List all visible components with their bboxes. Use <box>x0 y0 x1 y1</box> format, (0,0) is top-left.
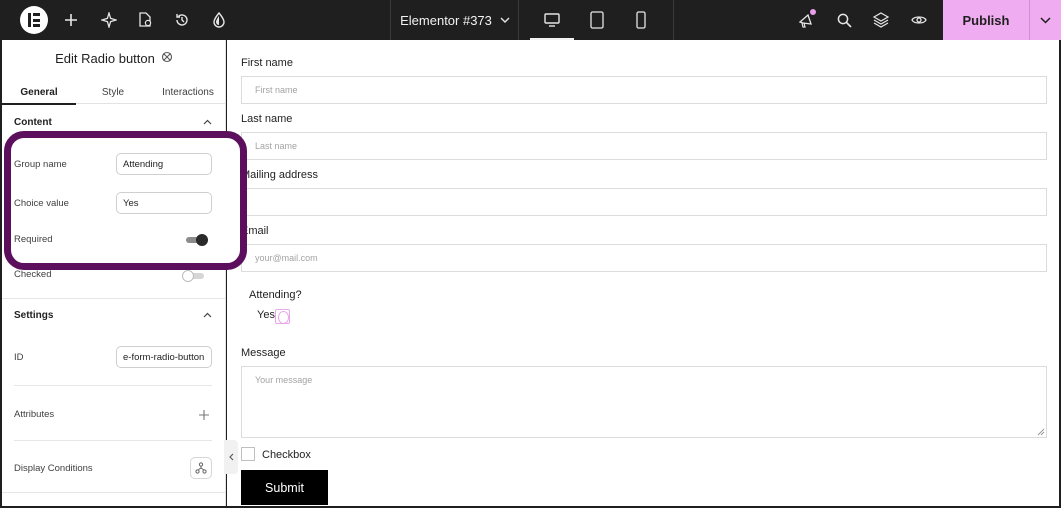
divider <box>518 0 519 40</box>
choice-value-field[interactable]: Yes <box>116 192 212 214</box>
desktop-device-button[interactable] <box>530 0 574 40</box>
chevron-down-icon <box>1040 16 1051 24</box>
desktop-icon <box>530 0 574 40</box>
preview-eye-icon[interactable] <box>906 0 932 40</box>
add-element-icon[interactable] <box>58 0 84 40</box>
resize-grip-icon[interactable] <box>1037 428 1045 436</box>
first-name-label: First name <box>241 57 293 69</box>
last-name-input[interactable]: Last name <box>241 132 1047 160</box>
tab-style[interactable]: Style <box>76 80 150 104</box>
divider <box>673 0 674 40</box>
mailing-address-input[interactable] <box>241 188 1047 216</box>
chevron-left-icon <box>228 453 233 461</box>
structure-layers-icon[interactable] <box>868 0 894 40</box>
tab-general[interactable]: General <box>2 80 76 105</box>
panel-title: Edit Radio button <box>55 50 155 66</box>
conditions-tree-icon <box>195 462 207 474</box>
message-textarea[interactable]: Your message <box>241 366 1047 438</box>
yes-radio-label: Yes <box>257 309 275 321</box>
email-input[interactable]: your@mail.com <box>241 244 1047 272</box>
checked-toggle[interactable] <box>182 270 206 282</box>
widget-type-icon <box>161 51 173 66</box>
editor-panel: Edit Radio button General Style Interact… <box>2 40 226 506</box>
chevron-up-icon <box>203 312 212 318</box>
collapse-panel-button[interactable] <box>224 440 238 474</box>
attributes-label: Attributes <box>14 409 55 420</box>
top-bar: Elementor #373 Publish <box>0 0 1061 40</box>
group-name-field[interactable]: Attending <box>116 153 212 175</box>
document-title: Elementor #373 <box>400 12 492 28</box>
whats-new-megaphone-icon[interactable] <box>793 0 819 40</box>
checked-label: Checked <box>14 269 52 280</box>
tab-interactions[interactable]: Interactions <box>150 80 225 104</box>
panel-tabs: General Style Interactions <box>2 80 225 105</box>
message-label: Message <box>241 347 286 359</box>
history-icon[interactable] <box>169 0 195 40</box>
ai-sparkle-icon[interactable] <box>96 0 122 40</box>
notification-dot <box>810 9 816 15</box>
group-name-label: Group name <box>14 159 67 170</box>
highlight-callout: Group name Attending Choice value Yes Re… <box>4 131 247 270</box>
choice-value-label: Choice value <box>14 198 69 209</box>
settings-section-title: Settings <box>14 309 54 321</box>
publish-options-button[interactable] <box>1030 0 1061 40</box>
required-label: Required <box>14 234 53 245</box>
checkbox-input[interactable] <box>241 447 255 461</box>
last-name-label: Last name <box>241 113 293 125</box>
chevron-down-icon <box>500 17 510 23</box>
display-conditions-button[interactable] <box>190 457 212 479</box>
preview-canvas: First name First name Last name Last nam… <box>227 40 1059 506</box>
divider <box>2 492 225 493</box>
first-name-input[interactable]: First name <box>241 76 1047 104</box>
content-section-header[interactable]: Content <box>14 114 212 130</box>
display-conditions-label: Display Conditions <box>14 463 93 474</box>
yes-radio-button[interactable] <box>275 309 290 324</box>
panel-header: Edit Radio button <box>2 48 225 68</box>
theme-style-icon[interactable] <box>206 0 232 40</box>
settings-section-header[interactable]: Settings <box>14 307 212 323</box>
publish-button[interactable]: Publish <box>943 0 1029 40</box>
add-attribute-plus-icon[interactable] <box>199 407 209 425</box>
divider <box>14 385 212 386</box>
search-icon[interactable] <box>831 0 857 40</box>
divider <box>14 440 212 441</box>
divider <box>2 298 225 299</box>
submit-button[interactable]: Submit <box>241 470 328 505</box>
page-settings-icon[interactable] <box>132 0 158 40</box>
checkbox-label: Checkbox <box>262 449 311 461</box>
id-label: ID <box>14 352 24 363</box>
required-toggle[interactable] <box>186 234 210 246</box>
divider <box>390 0 391 40</box>
id-field[interactable]: e-form-radio-button <box>116 346 212 368</box>
content-section-title: Content <box>14 116 52 128</box>
document-title-dropdown[interactable]: Elementor #373 <box>392 0 518 40</box>
tablet-device-icon[interactable] <box>584 0 610 40</box>
chevron-up-icon <box>203 119 212 125</box>
mobile-device-icon[interactable] <box>628 0 654 40</box>
elementor-logo-icon[interactable] <box>20 6 48 34</box>
attending-label: Attending? <box>249 289 302 301</box>
mailing-address-label: Mailing address <box>241 169 319 181</box>
